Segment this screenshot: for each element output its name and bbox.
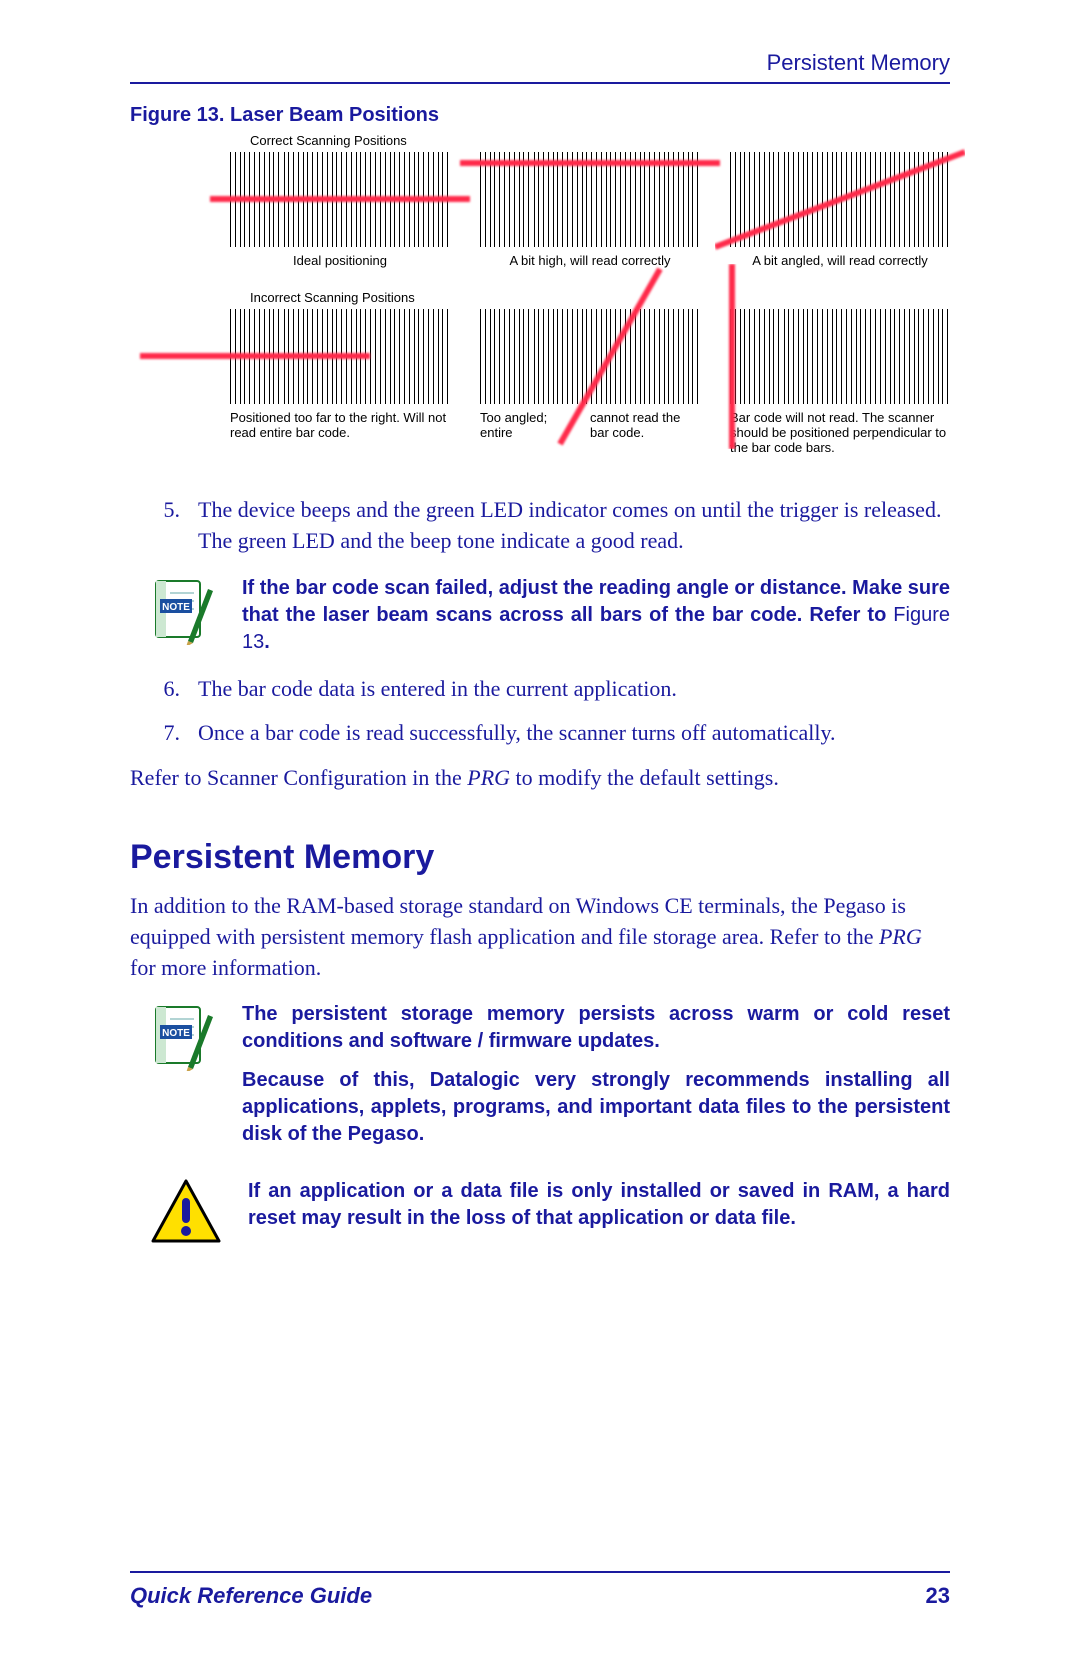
list-item-6: 6. The bar code data is entered in the c…: [130, 674, 950, 705]
list-item-7: 7. Once a bar code is read successfully,…: [130, 718, 950, 749]
note-icon: NOTE: [150, 1001, 216, 1071]
warning-icon: [150, 1178, 222, 1246]
barcode-incorrect-3: Bar code will not read. The scanner shou…: [730, 309, 950, 455]
list-number-7: 7.: [130, 718, 198, 749]
footer-page-number: 23: [926, 1583, 950, 1609]
section-paragraph: In addition to the RAM-based storage sta…: [130, 891, 950, 983]
barcode-incorrect-2: Too angled; entire cannot read the bar c…: [480, 309, 700, 455]
list-item-5: 5. The device beeps and the green LED in…: [130, 495, 950, 557]
note-1: NOTE If the bar code scan failed, adjust…: [150, 575, 950, 656]
figure-caption: Figure 13. Laser Beam Positions: [130, 104, 950, 127]
svg-text:NOTE: NOTE: [162, 1028, 190, 1039]
barcode-incorrect-2-label-left: Too angled; entire: [480, 410, 560, 440]
list-number-6: 6.: [130, 674, 198, 705]
list-body-6: The bar code data is entered in the curr…: [198, 674, 950, 705]
warning-1: If an application or a data file is only…: [150, 1178, 950, 1246]
note-2: NOTE The persistent storage memory persi…: [150, 1001, 950, 1160]
list-body-7: Once a bar code is read successfully, th…: [198, 718, 950, 749]
section-heading-persistent-memory: Persistent Memory: [130, 838, 950, 877]
barcode-correct-1-label: Ideal positioning: [293, 253, 387, 268]
barcode-incorrect-3-label: Bar code will not read. The scanner shou…: [730, 410, 950, 455]
note-1-text: If the bar code scan failed, adjust the …: [242, 575, 950, 656]
list-body-5: The device beeps and the green LED indic…: [198, 495, 950, 557]
figure-incorrect-row: Positioned too far to the right. Will no…: [230, 309, 950, 455]
list-number-5: 5.: [130, 495, 198, 557]
barcode-correct-2: A bit high, will read correctly: [480, 152, 700, 268]
note-icon: NOTE: [150, 575, 216, 645]
header-rule: [130, 82, 950, 84]
warning-1-text: If an application or a data file is only…: [248, 1178, 950, 1232]
footer-rule: [130, 1571, 950, 1573]
svg-text:NOTE: NOTE: [162, 602, 190, 613]
refer-paragraph: Refer to Scanner Configuration in the PR…: [130, 763, 950, 794]
figure-correct-row: Ideal positioning A bit high, will read …: [230, 152, 950, 268]
header-section-title: Persistent Memory: [130, 50, 950, 76]
page-footer: Quick Reference Guide 23: [130, 1563, 950, 1609]
barcode-correct-3: A bit angled, will read correctly: [730, 152, 950, 268]
footer-title: Quick Reference Guide: [130, 1583, 372, 1609]
barcode-incorrect-1: Positioned too far to the right. Will no…: [230, 309, 450, 455]
barcode-incorrect-1-label: Positioned too far to the right. Will no…: [230, 410, 450, 440]
barcode-correct-1: Ideal positioning: [230, 152, 450, 268]
note-2-text: The persistent storage memory persists a…: [242, 1001, 950, 1160]
